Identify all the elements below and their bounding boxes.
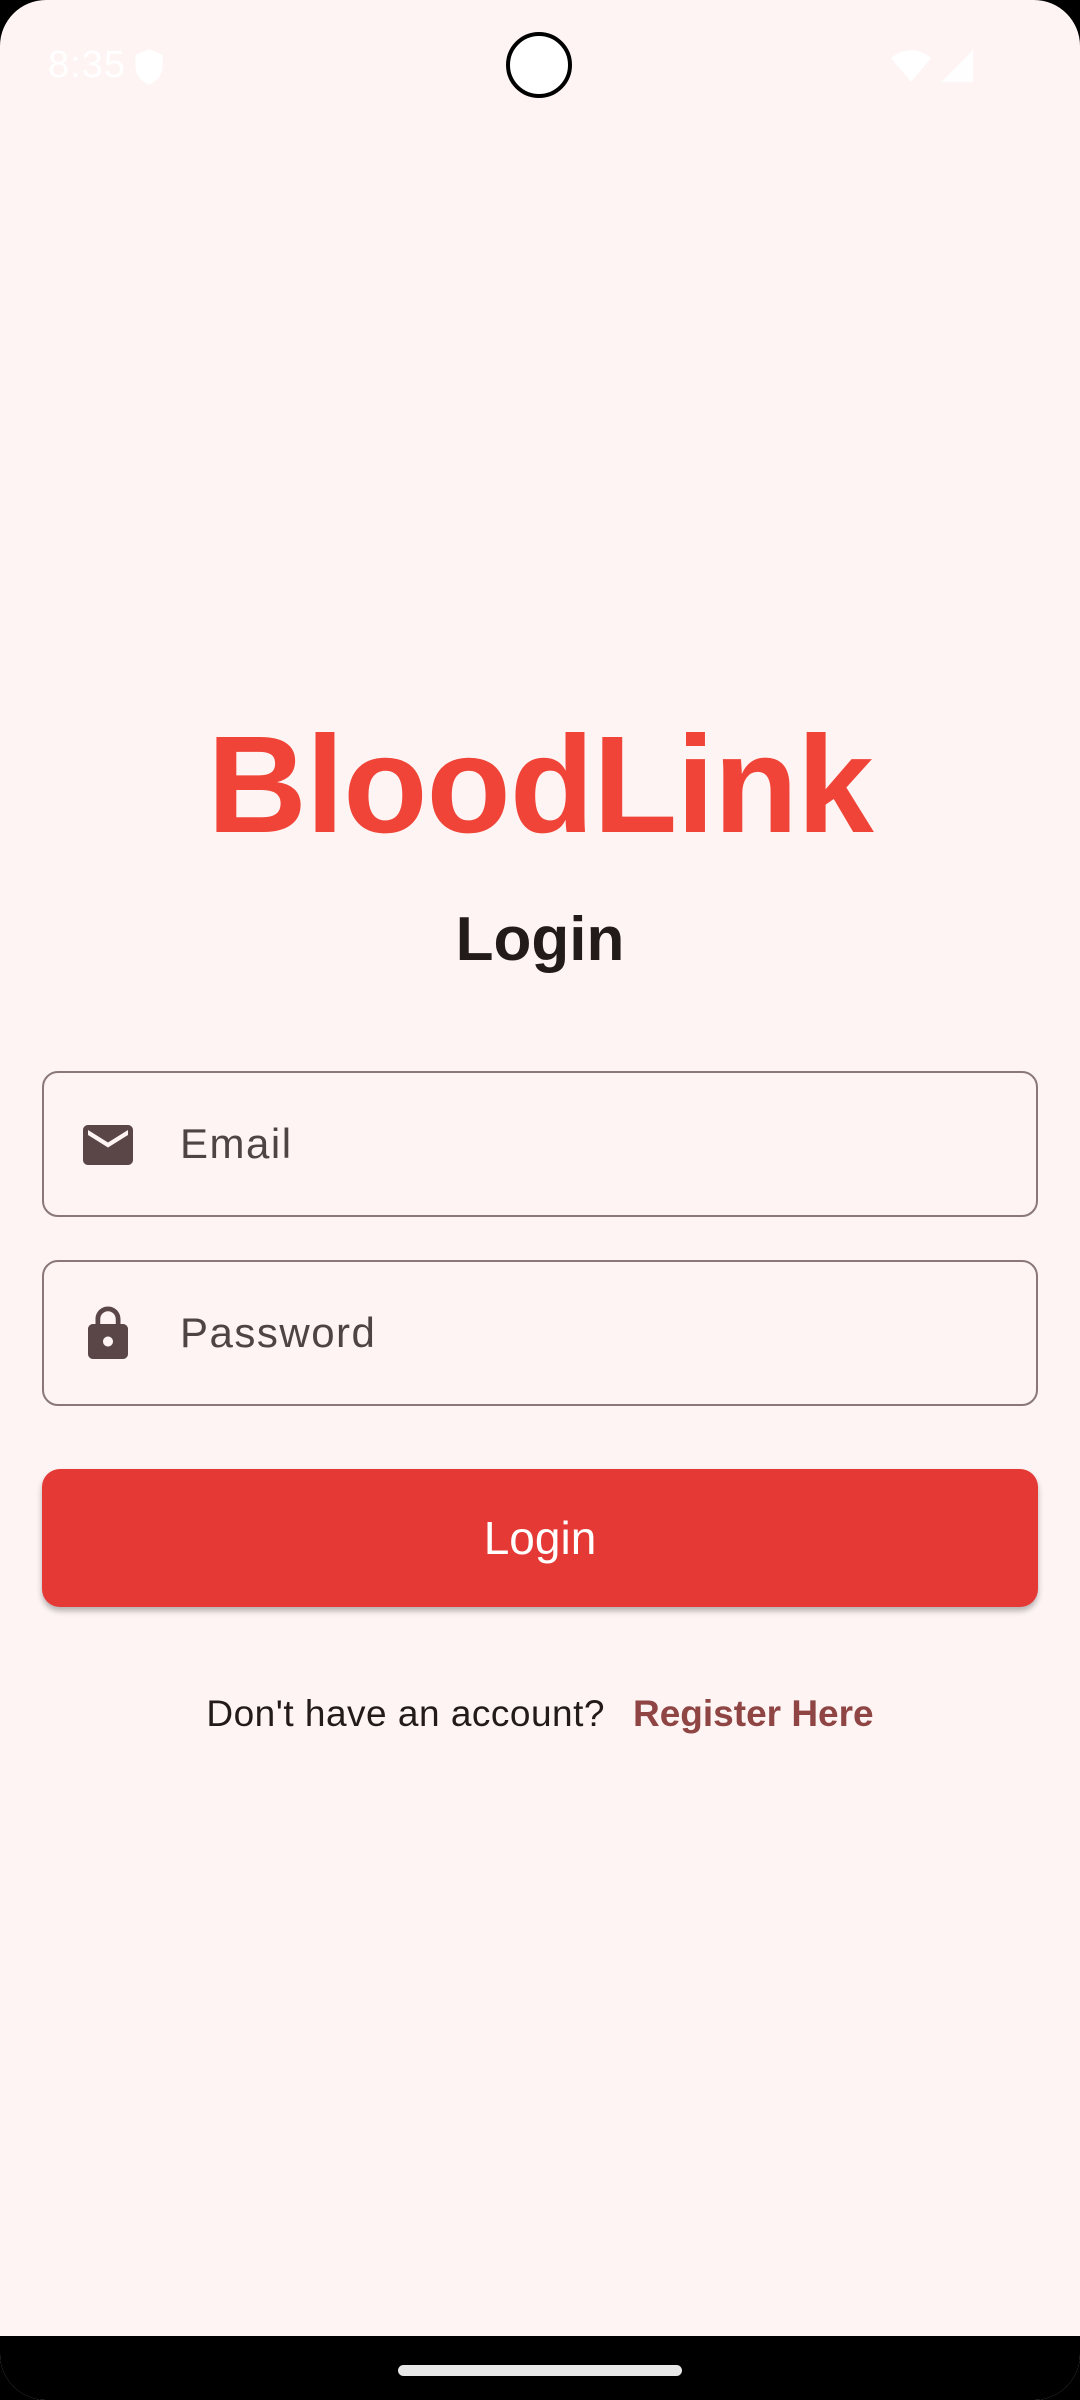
- shield-icon: [135, 49, 163, 85]
- register-row: Don't have an account? Register Here: [0, 1690, 1080, 1738]
- status-time: 8:35: [48, 44, 126, 86]
- login-screen: 8:35 BloodLink Login Login Don't have an…: [0, 0, 1080, 2400]
- password-field[interactable]: [42, 1260, 1038, 1406]
- email-field[interactable]: [42, 1071, 1038, 1217]
- page-heading: Login: [455, 905, 625, 974]
- email-input[interactable]: [180, 1073, 1000, 1215]
- register-link[interactable]: Register Here: [633, 1693, 874, 1734]
- signal-icon: [940, 49, 974, 83]
- app-title: BloodLink: [207, 708, 874, 862]
- register-prompt: Don't have an account?: [206, 1693, 605, 1734]
- lock-icon: [88, 1306, 128, 1359]
- password-input[interactable]: [180, 1262, 1000, 1404]
- status-bar: 8:35: [0, 0, 1080, 140]
- camera-cutout: [506, 32, 572, 98]
- wifi-icon: [890, 50, 932, 82]
- mail-icon: [83, 1125, 133, 1165]
- home-indicator[interactable]: [398, 2365, 682, 2376]
- login-button[interactable]: Login: [42, 1469, 1038, 1607]
